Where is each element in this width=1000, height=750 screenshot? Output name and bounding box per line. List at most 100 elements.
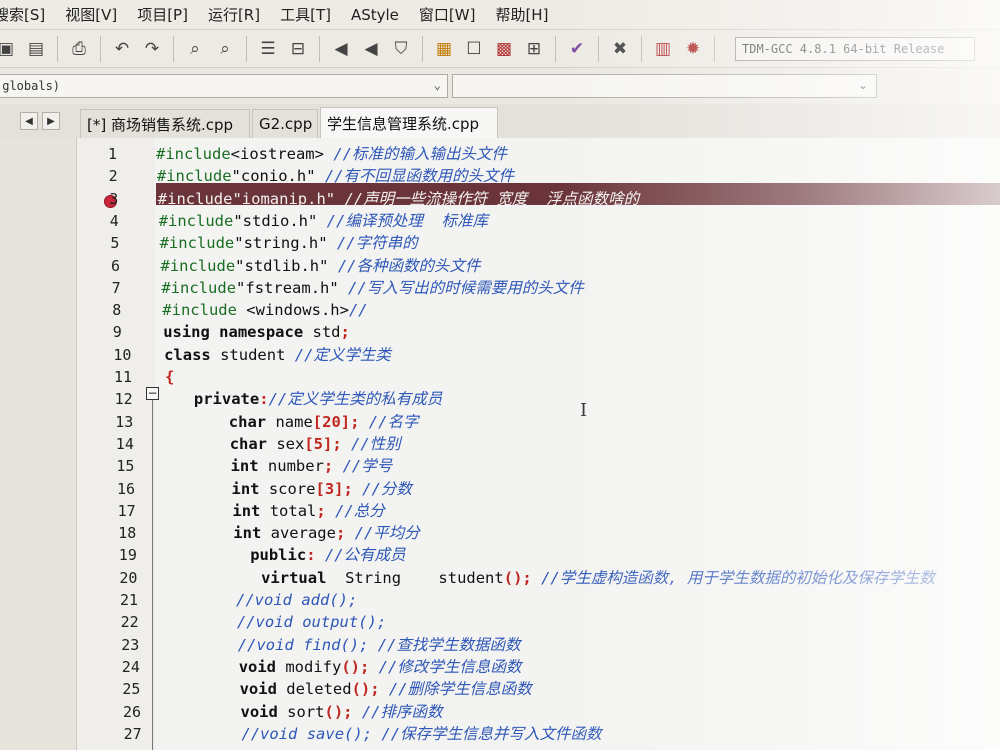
- print-icon[interactable]: ⎙: [67, 37, 91, 61]
- window-icon[interactable]: ☐: [462, 37, 486, 61]
- shield-icon[interactable]: ⛉: [389, 37, 413, 61]
- scope-dropdown[interactable]: (globals) ⌄: [0, 74, 448, 98]
- toolbar-divider: [555, 35, 556, 62]
- code-line: 18 int average; //平均分: [0, 522, 1000, 545]
- code-line: 4 #include"stdio.h" //编译预处理 标准库: [0, 210, 1000, 233]
- menu-bar: 搜索[S] 视图[V] 项目[P] 运行[R] 工具[T] AStyle 窗口[…: [0, 0, 1000, 30]
- menu-run[interactable]: 运行[R]: [208, 4, 260, 25]
- token-cm: //字符串的: [327, 234, 418, 253]
- token-st: <iostream>: [230, 145, 324, 163]
- token-txt: String student: [326, 568, 504, 587]
- code-text: int total; //总分: [232, 500, 384, 523]
- menu-help[interactable]: 帮助[H]: [495, 4, 548, 25]
- close-icon[interactable]: ✖: [608, 37, 632, 61]
- line-number: 20: [119, 568, 138, 587]
- token-st: "stdlib.h": [235, 256, 329, 275]
- line-number: 1: [108, 145, 118, 163]
- grid-icon[interactable]: ⊞: [522, 37, 546, 61]
- token-cm: //学号: [333, 457, 393, 476]
- token-cm: //平均分: [345, 524, 420, 543]
- toolbar-divider: [100, 35, 101, 62]
- token-pp: #include: [162, 301, 237, 320]
- menu-astyle[interactable]: AStyle: [351, 6, 399, 24]
- redo-icon[interactable]: ↷: [140, 37, 164, 61]
- code-text: #include"conio.h" //有不回显函数用的头文件: [157, 165, 514, 188]
- token-kw: private: [193, 390, 260, 409]
- toolbar-divider: [57, 35, 58, 62]
- token-sym: :: [259, 390, 269, 409]
- tab-sales-system[interactable]: [*] 商场销售系统.cpp: [80, 109, 250, 138]
- compiler-select[interactable]: TDM-GCC 4.8.1 64-bit Release: [735, 36, 975, 61]
- code-line: 24 void modify(); //修改学生信息函数: [0, 656, 1000, 679]
- token-cm: //总分: [325, 501, 385, 520]
- line-number: 21: [120, 591, 139, 609]
- token-cm: //各种函数的头文件: [328, 256, 481, 275]
- tab-g2[interactable]: G2.cpp: [252, 109, 318, 138]
- scope-value: (globals): [0, 79, 61, 93]
- line-number: 25: [122, 680, 141, 699]
- token-pp: #include: [159, 234, 235, 253]
- new-project-icon[interactable]: ▦: [432, 37, 456, 61]
- line-number: 15: [116, 457, 135, 476]
- menu-search[interactable]: 搜索[S]: [0, 4, 45, 25]
- code-line: 22 //void output();: [0, 611, 1000, 634]
- menu-tools[interactable]: 工具[T]: [280, 4, 331, 25]
- check-icon[interactable]: ✔: [565, 37, 589, 61]
- token-cm: //void add();: [236, 591, 358, 609]
- menu-project[interactable]: 项目[P]: [137, 4, 188, 25]
- indent-icon[interactable]: ☰: [256, 37, 280, 61]
- toolbar-divider: [641, 35, 642, 62]
- token-pp: #include: [158, 211, 234, 230]
- token-txt: total: [260, 501, 317, 520]
- token-kw: virtual: [261, 568, 327, 587]
- token-cm: //void find(); //查找学生数据函数: [237, 635, 521, 654]
- code-text: using namespace std;: [163, 321, 350, 344]
- code-text: int average; //平均分: [233, 522, 420, 545]
- save-icon[interactable]: ▣: [0, 37, 18, 61]
- line-number: 13: [115, 412, 134, 431]
- token-kw: void: [238, 657, 277, 676]
- tab-scroll-right-button[interactable]: ▶: [42, 112, 60, 130]
- code-line: 17 int total; //总分: [0, 500, 1000, 523]
- tab-scroll-left-button[interactable]: ◀: [20, 112, 38, 130]
- debug-icon[interactable]: ✹: [681, 37, 705, 61]
- token-sym: ();: [341, 657, 370, 676]
- bookmark-icon[interactable]: ◀: [329, 37, 353, 61]
- code-line: 15 int number; //学号: [0, 455, 1000, 478]
- token-cm: //删除学生信息函数: [379, 680, 532, 699]
- goto-bookmark-icon[interactable]: ◀: [359, 37, 383, 61]
- undo-icon[interactable]: ↶: [110, 37, 134, 61]
- find-icon[interactable]: ⌕: [183, 37, 207, 61]
- menu-view[interactable]: 视图[V]: [65, 4, 117, 25]
- tab-student-system[interactable]: 学生信息管理系统.cpp: [320, 107, 498, 139]
- code-editor[interactable]: 1 #include<iostream> //标准的输入输出头文件 2 #includ…: [0, 138, 1000, 750]
- code-text: void modify(); //修改学生信息函数: [239, 656, 522, 679]
- line-number: 4: [109, 211, 119, 230]
- chart-icon[interactable]: ▥: [651, 37, 675, 61]
- token-pp: #include: [161, 278, 237, 297]
- token-cm: //void output();: [236, 613, 387, 632]
- line-number: 9: [112, 323, 122, 342]
- toolbar-divider: [714, 35, 715, 62]
- code-line: 2 #include"conio.h" //有不回显函数用的头文件: [0, 165, 1000, 188]
- replace-icon[interactable]: ⌕: [213, 37, 237, 61]
- code-line: 19 public: //公有成员: [0, 544, 1000, 567]
- token-sym: ();: [351, 680, 380, 699]
- token-sym: ();: [503, 568, 532, 587]
- line-number: 22: [120, 613, 139, 632]
- save-all-icon[interactable]: ▤: [24, 37, 48, 61]
- token-sym: ;: [323, 457, 334, 476]
- token-kw: class: [164, 345, 211, 364]
- token-kw: void: [239, 680, 277, 699]
- fold-guide: [152, 400, 153, 750]
- code-line: 10 class student //定义学生类: [0, 344, 1000, 367]
- code-line: 7 #include"fstream.h" //写入写出的时候需要用的头文件: [0, 277, 1000, 300]
- fold-collapse-icon[interactable]: −: [146, 387, 159, 400]
- class-icon[interactable]: ▩: [492, 37, 516, 61]
- token-cm: //有不回显函数用的头文件: [315, 167, 515, 186]
- menu-window[interactable]: 窗口[W]: [419, 4, 476, 25]
- member-dropdown[interactable]: ⌄: [452, 74, 877, 98]
- line-number: 10: [113, 345, 132, 364]
- token-txt: sex: [267, 434, 305, 453]
- unindent-icon[interactable]: ⊟: [286, 37, 310, 61]
